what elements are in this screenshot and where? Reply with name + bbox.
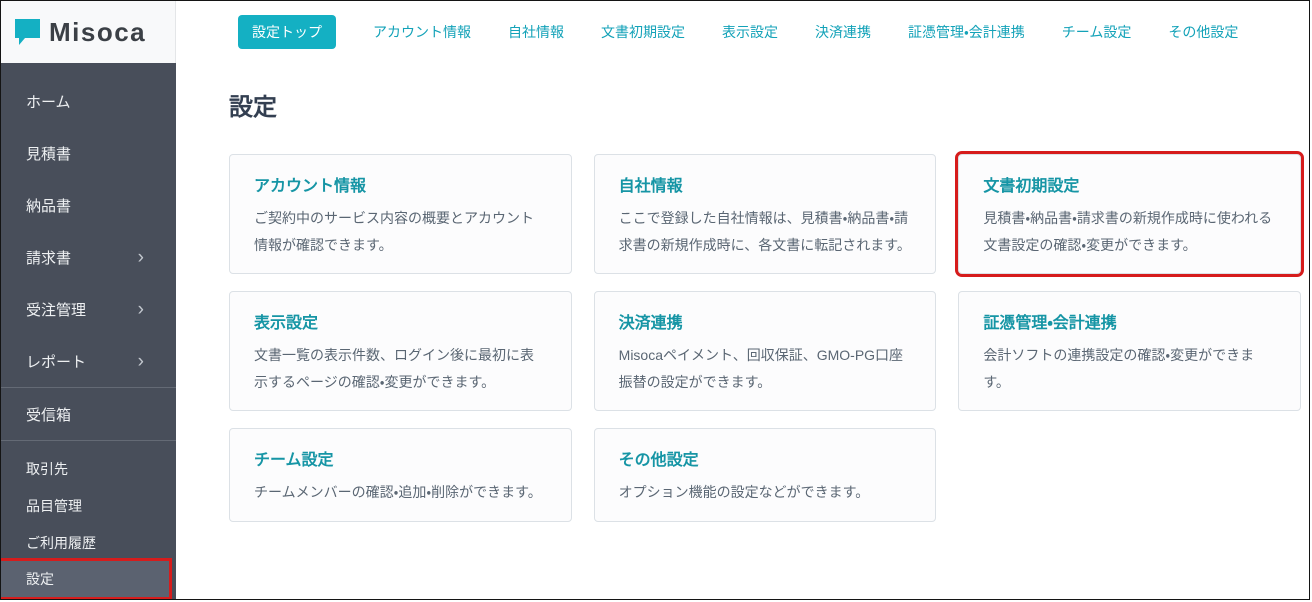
- card-title: 自社情報: [619, 172, 912, 196]
- card-description: 会計ソフトの連携設定の確認・変更ができます。: [983, 342, 1276, 395]
- sidebar-item-usage-history[interactable]: ご利用履歴: [1, 524, 176, 561]
- chevron-right-icon: ›: [138, 248, 144, 267]
- sidebar-item-label: 品目管理: [26, 496, 82, 516]
- card-description: 文書一覧の表示件数、ログイン後に最初に表示するページの確認・変更ができます。: [254, 342, 547, 395]
- sidebar-item-inbox[interactable]: 受信箱: [1, 388, 176, 440]
- card-payment-integration[interactable]: 決済連携 Misocaペイメント、回収保証、GMO-PG口座振替の設定ができます…: [594, 291, 937, 411]
- card-company-info[interactable]: 自社情報 ここで登録した自社情報は、見積書・納品書・請求書の新規作成時に、各文書…: [594, 154, 937, 274]
- sidebar-item-clients[interactable]: 取引先: [1, 450, 176, 487]
- sidebar-item-home[interactable]: ホーム: [1, 75, 176, 127]
- tab-team-settings[interactable]: チーム設定: [1062, 22, 1132, 42]
- tab-company-info[interactable]: 自社情報: [508, 22, 564, 42]
- card-title: 決済連携: [619, 309, 912, 333]
- sidebar-item-label: レポート: [26, 351, 86, 372]
- card-title: 表示設定: [254, 309, 547, 333]
- sidebar-item-item-management[interactable]: 品目管理: [1, 487, 176, 524]
- card-other-settings[interactable]: その他設定 オプション機能の設定などができます。: [594, 428, 937, 522]
- card-title: 文書初期設定: [983, 172, 1276, 196]
- tab-settings-top[interactable]: 設定トップ: [238, 15, 336, 49]
- card-description: チームメンバーの確認・追加・削除ができます。: [254, 479, 547, 506]
- card-description: ここで登録した自社情報は、見積書・納品書・請求書の新規作成時に、各文書に転記され…: [619, 205, 912, 258]
- chevron-right-icon: ›: [138, 300, 144, 319]
- logo-text: Misoca: [49, 17, 146, 48]
- sidebar-nav: ホーム 見積書 納品書 請求書 › 受注管理 › レポート › 受信箱: [1, 63, 176, 599]
- tab-other-settings[interactable]: その他設定: [1168, 22, 1238, 42]
- sidebar-item-invoices[interactable]: 請求書 ›: [1, 231, 176, 283]
- card-evidence-accounting-integration[interactable]: 証憑管理・会計連携 会計ソフトの連携設定の確認・変更ができます。: [958, 291, 1301, 411]
- sidebar-item-reports[interactable]: レポート ›: [1, 335, 176, 387]
- settings-card-grid: アカウント情報 ご契約中のサービス内容の概要とアカウント情報が確認できます。 自…: [229, 154, 1301, 522]
- settings-top-nav: 設定トップ アカウント情報 自社情報 文書初期設定 表示設定 決済連携 証憑管理…: [176, 1, 1309, 63]
- card-title: 証憑管理・会計連携: [983, 309, 1276, 333]
- card-account-info[interactable]: アカウント情報 ご契約中のサービス内容の概要とアカウント情報が確認できます。: [229, 154, 572, 274]
- card-document-default-settings[interactable]: 文書初期設定 見積書・納品書・請求書の新規作成時に使われる文書設定の確認・変更が…: [958, 154, 1301, 274]
- sidebar-item-label: 見積書: [26, 143, 71, 164]
- tab-display-settings[interactable]: 表示設定: [722, 22, 778, 42]
- sidebar-item-settings[interactable]: 設定: [1, 561, 169, 597]
- sidebar-item-label: 設定: [26, 569, 54, 589]
- tab-account-info[interactable]: アカウント情報: [373, 22, 471, 42]
- card-description: 見積書・納品書・請求書の新規作成時に使われる文書設定の確認・変更ができます。: [983, 205, 1276, 258]
- sidebar-item-label: ホーム: [26, 91, 71, 112]
- tab-payment-integration[interactable]: 決済連携: [815, 22, 871, 42]
- card-title: その他設定: [619, 446, 912, 470]
- sidebar-item-label: 納品書: [26, 195, 71, 216]
- card-title: アカウント情報: [254, 172, 547, 196]
- card-description: Misocaペイメント、回収保証、GMO-PG口座振替の設定ができます。: [619, 342, 912, 395]
- sidebar-item-label: 受注管理: [26, 299, 86, 320]
- app-window: Misoca ホーム 見積書 納品書 請求書 › 受注管理 › レポート ›: [0, 0, 1310, 600]
- page-title: 設定: [229, 87, 1301, 122]
- main-area: 設定トップ アカウント情報 自社情報 文書初期設定 表示設定 決済連携 証憑管理…: [176, 1, 1309, 599]
- card-title: チーム設定: [254, 446, 547, 470]
- card-description: ご契約中のサービス内容の概要とアカウント情報が確認できます。: [254, 205, 547, 258]
- sidebar-secondary-group: 取引先 品目管理 ご利用履歴 設定: [1, 441, 176, 597]
- sidebar-item-label: 取引先: [26, 459, 68, 479]
- chevron-right-icon: ›: [138, 352, 144, 371]
- sidebar-item-estimates[interactable]: 見積書: [1, 127, 176, 179]
- misoca-logo-icon: [15, 19, 40, 45]
- sidebar-item-delivery-slips[interactable]: 納品書: [1, 179, 176, 231]
- sidebar-item-label: 受信箱: [26, 404, 71, 425]
- card-description: オプション機能の設定などができます。: [619, 479, 912, 506]
- sidebar: Misoca ホーム 見積書 納品書 請求書 › 受注管理 › レポート ›: [1, 1, 176, 599]
- sidebar-item-label: 請求書: [26, 247, 71, 268]
- misoca-logo[interactable]: Misoca: [1, 1, 176, 63]
- tab-evidence-accounting-integration[interactable]: 証憑管理・会計連携: [908, 22, 1025, 42]
- settings-page: 設定 アカウント情報 ご契約中のサービス内容の概要とアカウント情報が確認できます…: [176, 63, 1309, 522]
- tab-document-default-settings[interactable]: 文書初期設定: [601, 22, 685, 42]
- sidebar-item-order-management[interactable]: 受注管理 ›: [1, 283, 176, 335]
- sidebar-item-label: ご利用履歴: [26, 533, 96, 553]
- card-team-settings[interactable]: チーム設定 チームメンバーの確認・追加・削除ができます。: [229, 428, 572, 522]
- card-display-settings[interactable]: 表示設定 文書一覧の表示件数、ログイン後に最初に表示するページの確認・変更ができ…: [229, 291, 572, 411]
